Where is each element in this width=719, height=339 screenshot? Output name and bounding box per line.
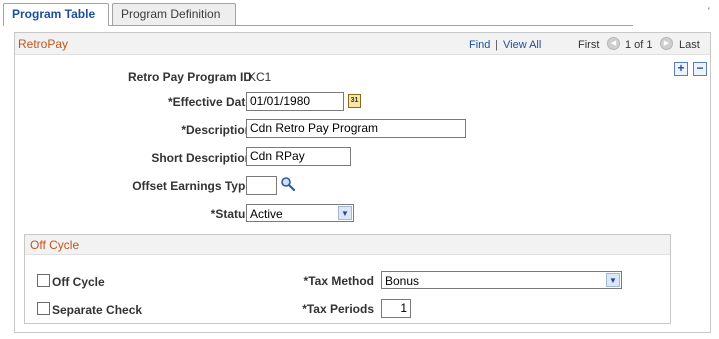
program-id-value: KC1 [248, 70, 272, 84]
chevron-down-icon[interactable]: ▼ [606, 273, 620, 287]
page-info: 1 of 1 [625, 39, 653, 51]
short-description-field[interactable]: Cdn RPay [246, 147, 351, 166]
group-title: RetroPay [18, 37, 69, 51]
last-label: Last [679, 39, 700, 51]
off-cycle-title: Off Cycle [30, 238, 80, 252]
program-id-label: Retro Pay Program ID [127, 70, 252, 84]
offset-earnings-field[interactable] [246, 176, 277, 195]
group-header: RetroPay Find | View All First ◀ 1 of 1 … [15, 33, 710, 55]
off-cycle-header: Off Cycle [25, 235, 670, 255]
magnifier-icon[interactable] [280, 176, 296, 192]
corner-mark: ' [708, 6, 710, 16]
tab-program-table[interactable]: Program Table [3, 3, 109, 26]
add-row-button[interactable]: + [674, 62, 688, 76]
status-select[interactable]: Active ▼ [246, 204, 354, 222]
separate-check-label: Separate Check [52, 303, 143, 317]
tax-method-label: *Tax Method [303, 274, 374, 288]
tax-method-value: Bonus [385, 274, 420, 288]
effective-date-label: *Effective Date [167, 95, 252, 109]
left-arrow-icon[interactable]: ◀ [607, 37, 620, 50]
delete-row-button[interactable]: − [693, 62, 707, 76]
off-cycle-label: Off Cycle [52, 275, 105, 289]
tax-periods-label: *Tax Periods [302, 302, 374, 316]
effective-date-field[interactable]: 01/01/1980 [246, 92, 344, 111]
first-label: First [578, 39, 600, 51]
nav-separator: | [495, 39, 498, 51]
view-all-link[interactable]: View All [503, 39, 541, 51]
tab-program-definition[interactable]: Program Definition [112, 3, 236, 25]
find-link[interactable]: Find [469, 39, 490, 51]
chevron-down-icon[interactable]: ▼ [338, 206, 352, 220]
tax-method-select[interactable]: Bonus ▼ [381, 271, 622, 289]
off-cycle-group: Off Cycle Off Cycle Separate Check *Tax … [24, 234, 671, 324]
off-cycle-checkbox[interactable] [37, 274, 50, 287]
right-arrow-icon[interactable]: ▶ [660, 37, 673, 50]
status-value: Active [250, 207, 283, 221]
description-field[interactable]: Cdn Retro Pay Program [246, 119, 466, 138]
offset-earnings-label: Offset Earnings Type [132, 179, 252, 193]
tax-periods-field[interactable]: 1 [381, 299, 411, 318]
calendar-icon[interactable]: 31 [348, 94, 361, 108]
description-label: *Description [181, 123, 252, 137]
separate-check-checkbox[interactable] [37, 302, 50, 315]
short-description-label: Short Description [151, 151, 252, 165]
